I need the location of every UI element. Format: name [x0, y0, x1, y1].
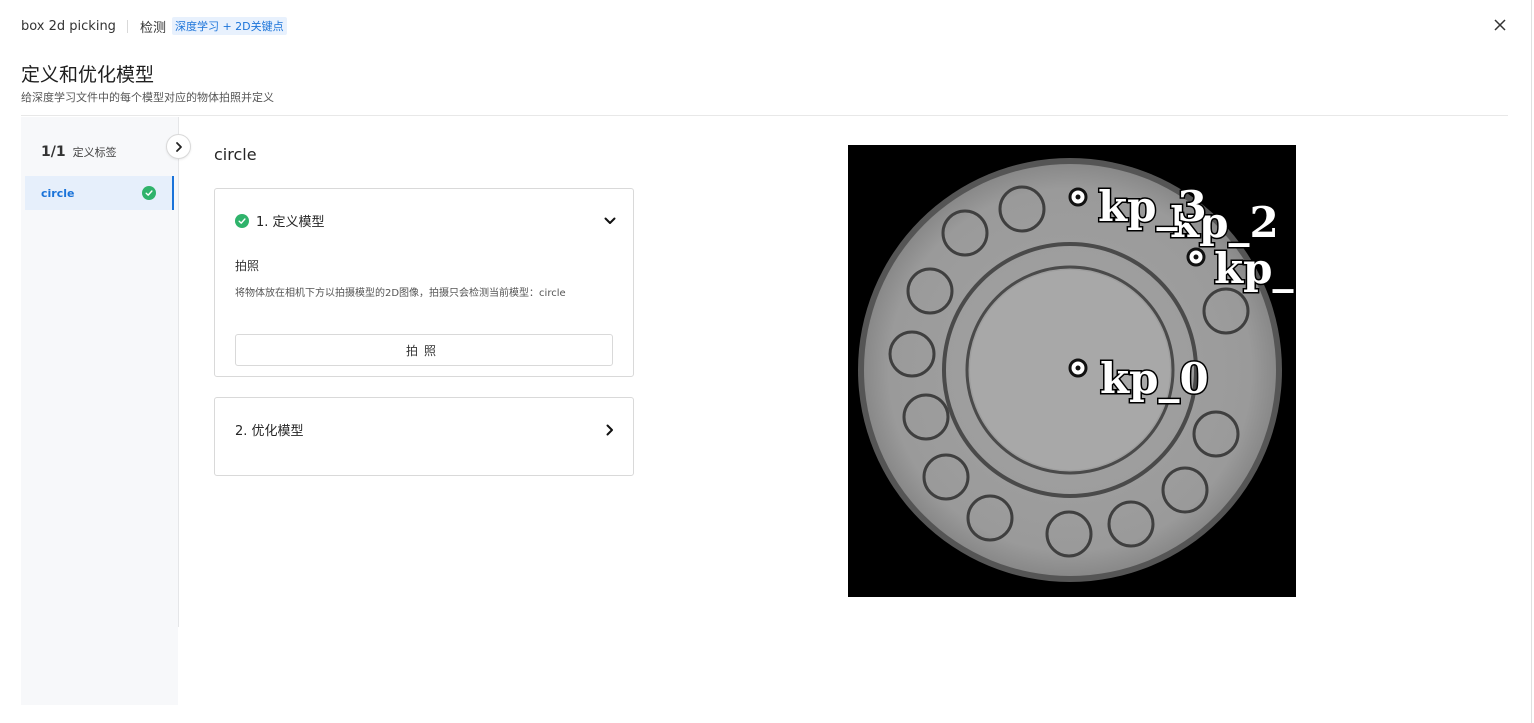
keypoint-label: kp_3 — [1098, 182, 1207, 231]
sidebar-label: 定义标签 — [72, 146, 117, 159]
step2-header[interactable]: 2. 优化模型 — [235, 420, 304, 439]
model-name: circle — [214, 145, 257, 164]
mode-label: 检测 — [139, 20, 166, 36]
sidebar-header: 1/1 定义标签 — [41, 144, 117, 160]
step2-card[interactable]: 2. 优化模型 — [214, 397, 634, 476]
sidebar-collapse-button[interactable] — [166, 134, 191, 159]
sidebar-border — [178, 117, 179, 627]
sidebar-item-label: circle — [41, 186, 75, 200]
mode-tag: 深度学习 + 2D关键点 — [171, 17, 287, 35]
camera-preview-image: kp_2 kp_3 kp_1 kp_0 — [848, 145, 1296, 597]
page-title: 定义和优化模型 — [21, 64, 155, 86]
chevron-down-icon[interactable] — [603, 213, 617, 227]
check-circle-icon — [235, 213, 249, 228]
close-icon[interactable] — [1490, 15, 1510, 35]
sidebar-count: 1/1 — [41, 144, 66, 160]
header-divider-line — [21, 115, 1508, 116]
capture-button[interactable]: 拍照 — [235, 334, 613, 366]
sidebar: 1/1 定义标签 circle — [21, 117, 178, 705]
scrollbar[interactable] — [1531, 0, 1532, 723]
step1-header[interactable]: 1. 定义模型 — [235, 211, 325, 230]
step1-title: 1. 定义模型 — [256, 215, 325, 230]
project-name: box 2d picking — [21, 18, 116, 34]
capture-section-title: 拍照 — [235, 259, 260, 273]
step2-title: 2. 优化模型 — [235, 424, 304, 439]
keypoint-label: kp_0 — [1100, 354, 1209, 403]
step1-card: 1. 定义模型 拍照 将物体放在相机下方以拍摄模型的2D图像，拍摄只会检测当前模… — [214, 188, 634, 377]
header-divider — [126, 19, 128, 33]
capture-description: 将物体放在相机下方以拍摄模型的2D图像，拍摄只会检测当前模型：circle — [235, 288, 566, 299]
chevron-right-icon[interactable] — [603, 422, 617, 436]
keypoint-label: kp_1 — [1214, 244, 1296, 293]
header: box 2d picking 检测 深度学习 + 2D关键点 — [21, 16, 287, 36]
sidebar-item-circle[interactable]: circle — [25, 176, 174, 210]
check-circle-icon — [142, 186, 156, 200]
page-subtitle: 给深度学习文件中的每个模型对应的物体拍照并定义 — [21, 91, 274, 104]
chevron-right-icon — [175, 141, 182, 152]
